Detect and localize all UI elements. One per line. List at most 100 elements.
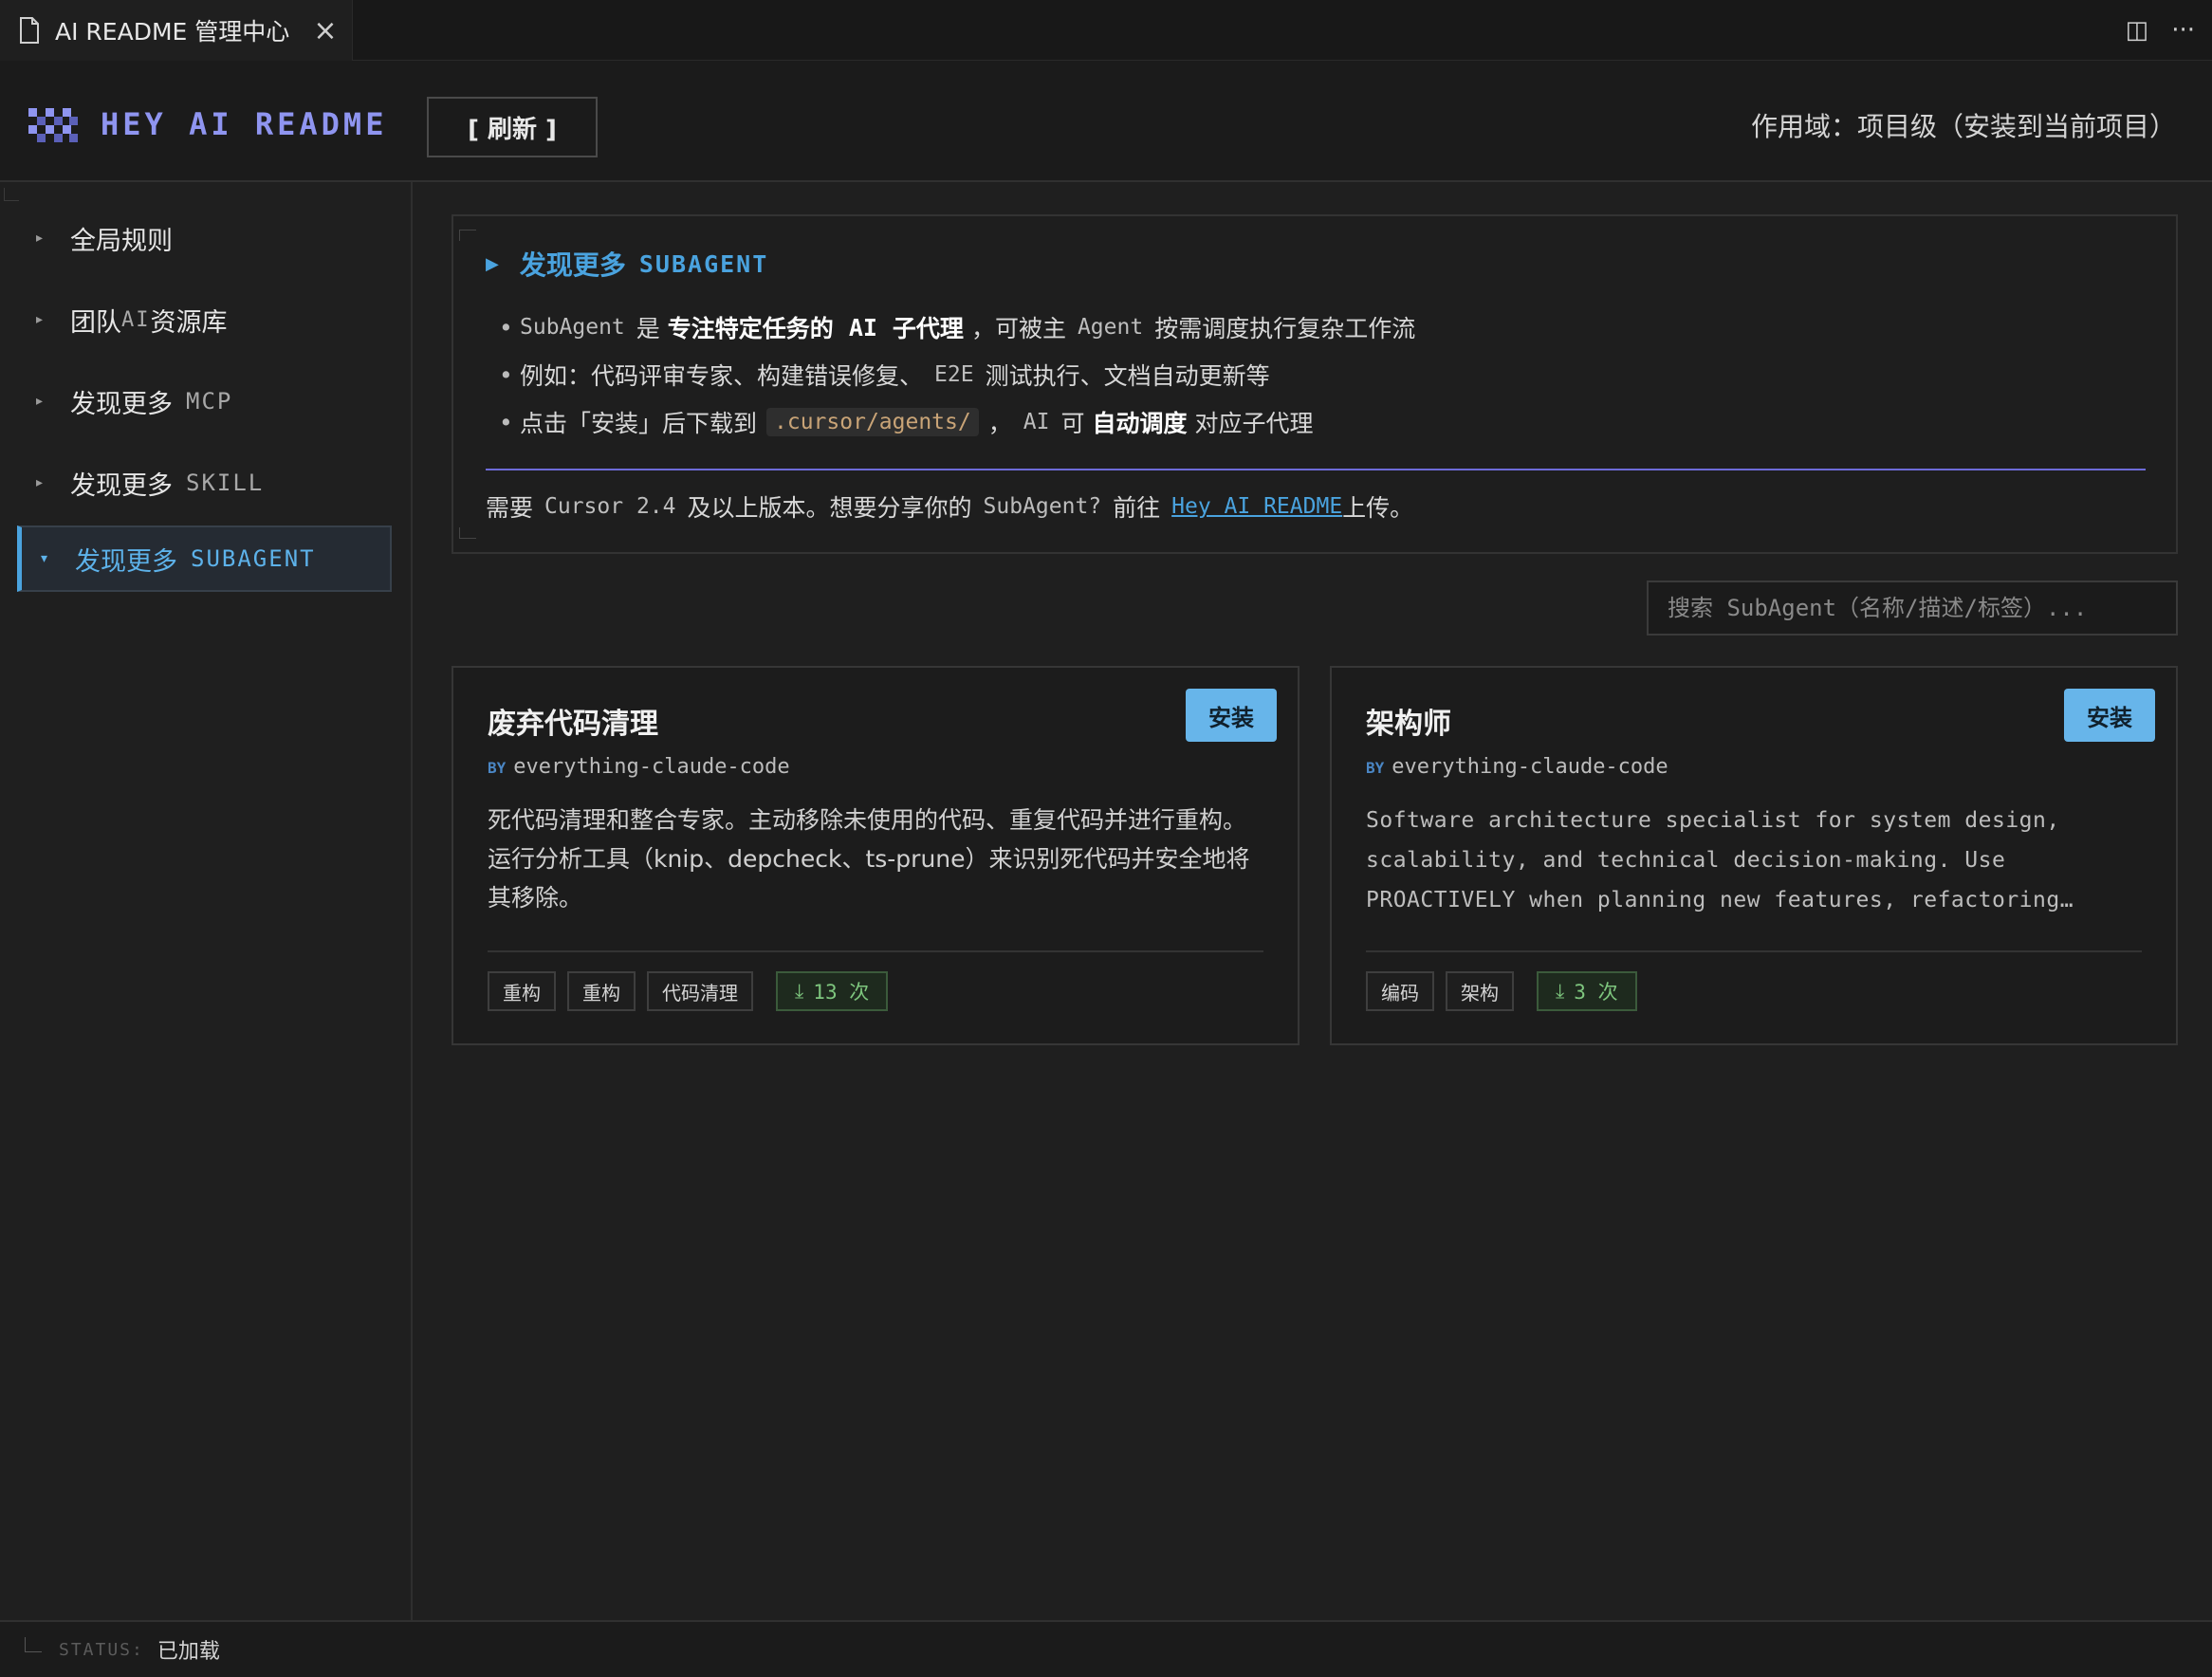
install-button[interactable]: 安装: [2064, 689, 2155, 742]
tab-bar: AI README 管理中心 × ◫ ···: [0, 0, 2212, 61]
download-count: ⤓ 3 次: [1537, 971, 1637, 1011]
inline-text: 上传。: [1342, 494, 1414, 522]
download-count-text: 13 次: [813, 981, 870, 1004]
tag: 重构: [567, 971, 636, 1011]
triangle-icon: ▶: [486, 253, 499, 274]
author-name: everything-claude-code: [1392, 755, 1668, 779]
card-title: 架构师: [1366, 708, 1451, 741]
sidebar-item-subagent[interactable]: ▾ 发现更多 SUBAGENT: [17, 525, 392, 592]
sidebar-item-skill[interactable]: ▸ 发现更多 SKILL: [17, 450, 392, 516]
card-description: 死代码清理和整合专家。主动移除未使用的代码、重复代码并进行重构。运行分析工具（k…: [488, 806, 1250, 912]
search-input[interactable]: [1647, 580, 2178, 636]
inline-text: 需要: [486, 494, 534, 522]
refresh-button[interactable]: [ 刷新 ]: [427, 97, 598, 157]
inline-mono: Agent: [1077, 315, 1144, 340]
install-button[interactable]: 安装: [1186, 689, 1277, 742]
status-label: STATUS:: [59, 1639, 144, 1660]
inline-mono: SubAgent?: [983, 494, 1102, 519]
inline-text: 测试执行、文档自动更新等: [985, 362, 1270, 390]
tag-list: 编码 架构 ⤓ 3 次: [1366, 971, 1637, 1011]
inline-text: 可: [1060, 410, 1085, 437]
sidebar-item-mono: MCP: [186, 388, 233, 415]
author-name: everything-claude-code: [513, 755, 790, 779]
status-value: 已加载: [157, 1640, 220, 1664]
inline-text: 前往: [1113, 494, 1161, 522]
inline-text: 例如：代码评审专家、构建错误修复、: [520, 362, 924, 390]
sidebar-item-global-rules[interactable]: ▸ 全局规则: [17, 205, 392, 271]
more-actions-icon[interactable]: ···: [2171, 16, 2195, 45]
download-count: ⤓ 13 次: [776, 971, 889, 1011]
corner-decoration: [459, 527, 476, 539]
logo-icon: [28, 108, 78, 142]
split-editor-icon[interactable]: ◫: [2126, 16, 2149, 45]
inline-mono: E2E: [934, 362, 974, 387]
list-item: • 例如：代码评审专家、构建错误修复、 E2E 测试执行、文档自动更新等: [499, 351, 1415, 398]
subagent-info-panel: ▶ 发现更多 SUBAGENT • SubAgent 是 专注特定任务的 AI …: [452, 214, 2178, 554]
scope-label: 作用域：项目级（安装到当前项目）: [1750, 111, 2176, 142]
card-title: 废弃代码清理: [488, 708, 658, 741]
list-item: • SubAgent 是 专注特定任务的 AI 子代理 ，可被主 Agent 按…: [499, 304, 1415, 351]
subagent-card: 废弃代码清理 安装 BY everything-claude-code 死代码清理…: [452, 666, 1300, 1045]
sidebar: ▸ 全局规则 ▸ 团队 AI 资源库 ▸ 发现更多 MCP ▸ 发现更多 SKI…: [0, 182, 413, 1620]
collapse-arrow-icon: ▾: [41, 551, 48, 566]
sidebar-item-label: 发现更多: [70, 389, 173, 419]
sidebar-item-label: 发现更多: [75, 546, 177, 577]
tag: 代码清理: [647, 971, 753, 1011]
sidebar-item-label: 团队: [70, 307, 121, 338]
expand-arrow-icon: ▸: [36, 312, 44, 327]
subagent-card: 架构师 安装 BY everything-claude-code Software…: [1330, 666, 2178, 1045]
by-label: BY: [1366, 759, 1385, 777]
sidebar-item-mono: SUBAGENT: [191, 545, 316, 572]
expand-arrow-icon: ▸: [36, 230, 44, 246]
inline-text: 点击「安装」后下载到: [520, 410, 758, 437]
sidebar-item-team-library[interactable]: ▸ 团队 AI 资源库: [17, 286, 392, 353]
expand-arrow-icon: ▸: [36, 475, 44, 490]
inline-text: ，可被主: [970, 315, 1066, 342]
inline-mono: SubAgent: [520, 315, 625, 340]
status-bar: STATUS: 已加载: [0, 1620, 2212, 1677]
corner-decoration: [4, 188, 19, 201]
tag-list: 重构 重构 代码清理 ⤓ 13 次: [488, 971, 889, 1011]
inline-bold: 专注特定任务的: [667, 315, 834, 342]
brand-title: HEY AI README: [101, 106, 388, 142]
sidebar-item-mcp[interactable]: ▸ 发现更多 MCP: [17, 368, 392, 434]
card-description: Software architecture specialist for sys…: [1366, 808, 2074, 912]
inline-mono: Cursor 2.4: [544, 494, 676, 519]
divider: [488, 950, 1263, 952]
tag: 重构: [488, 971, 556, 1011]
inline-text: ，: [987, 410, 1012, 437]
close-icon[interactable]: ×: [306, 14, 344, 47]
file-icon: [20, 17, 39, 44]
tag: 编码: [1366, 971, 1434, 1011]
info-title-text: 发现更多: [519, 249, 626, 281]
inline-bold: AI: [848, 313, 877, 341]
editor-tab[interactable]: AI README 管理中心 ×: [0, 0, 353, 61]
inline-bold: 自动调度: [1092, 410, 1188, 437]
list-item: • 点击「安装」后下载到 .cursor/agents/ ， AI 可 自动调度…: [499, 398, 1415, 446]
inline-code: .cursor/agents/: [766, 408, 979, 436]
inline-text: 及以上版本。想要分享你的: [687, 494, 972, 522]
divider: [1366, 950, 2142, 952]
info-title: ▶ 发现更多 SUBAGENT: [486, 245, 768, 283]
corner-decoration: [459, 230, 476, 241]
download-icon: ⤓: [1556, 979, 1565, 1003]
inline-text: 按需调度执行复杂工作流: [1154, 315, 1416, 342]
sidebar-item-mono: SKILL: [186, 470, 265, 496]
corner-decoration: [25, 1637, 42, 1652]
by-label: BY: [488, 759, 507, 777]
version-note: 需要 Cursor 2.4 及以上版本。想要分享你的 SubAgent? 前往 …: [486, 488, 1413, 525]
download-icon: ⤓: [795, 979, 804, 1003]
sidebar-item-mono: AI: [121, 307, 151, 332]
sidebar-item-label-suffix: 资源库: [150, 307, 228, 338]
card-author: BY everything-claude-code: [1366, 755, 1668, 779]
card-author: BY everything-claude-code: [488, 755, 790, 779]
inline-text: 对应子代理: [1194, 410, 1314, 437]
info-bullets: • SubAgent 是 专注特定任务的 AI 子代理 ，可被主 Agent 按…: [499, 304, 1415, 446]
inline-bold: 子代理: [892, 315, 964, 342]
tab-title: AI README 管理中心: [55, 18, 290, 46]
inline-text: 是: [636, 315, 660, 342]
hey-ai-readme-link[interactable]: Hey AI README: [1171, 494, 1342, 519]
sidebar-item-label: 发现更多: [70, 470, 173, 501]
download-count-text: 3 次: [1574, 981, 1618, 1004]
expand-arrow-icon: ▸: [36, 394, 44, 409]
